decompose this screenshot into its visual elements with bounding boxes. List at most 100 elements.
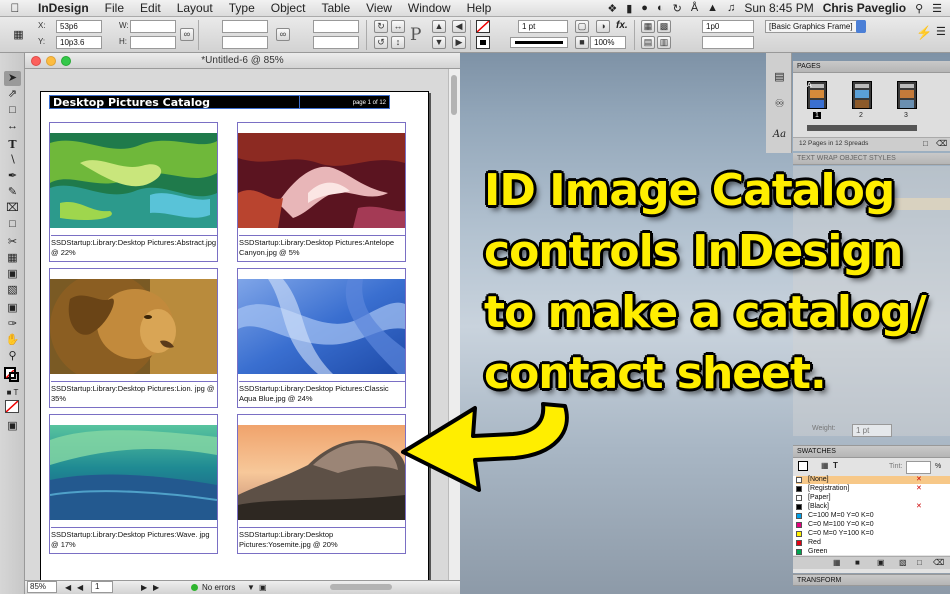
zoom-window-icon[interactable] xyxy=(61,56,71,66)
constrain-scale-icon[interactable]: ∞ xyxy=(276,28,290,41)
page-thumbnail[interactable] xyxy=(897,81,917,109)
select-next-icon[interactable]: ▶ xyxy=(452,36,466,49)
drop-shadow-icon[interactable]: ■ xyxy=(575,36,589,49)
menu-type[interactable]: Type xyxy=(221,1,263,15)
volume-icon[interactable]: ♫ xyxy=(727,2,735,14)
first-page-icon[interactable]: ◀ xyxy=(65,581,71,594)
align-left-icon[interactable]: ▤ xyxy=(641,36,655,49)
scrollbar-thumb[interactable] xyxy=(451,75,457,115)
swatch-red[interactable]: Red xyxy=(796,539,950,547)
catalog-cell[interactable]: SSDStartup:Library:Desktop Pictures:Lion… xyxy=(49,268,218,408)
menu-help[interactable]: Help xyxy=(459,1,500,15)
stroke-type-dropdown[interactable] xyxy=(510,37,568,48)
width-field[interactable] xyxy=(130,20,176,33)
swatch-none[interactable]: [None] ✕ xyxy=(796,476,950,484)
menu-app-name[interactable]: InDesign xyxy=(30,1,97,15)
x-position-field[interactable]: 53p6 xyxy=(56,20,102,33)
flip-vertical-icon[interactable]: ↕ xyxy=(391,36,405,49)
zoom-level-field[interactable]: 85% xyxy=(27,581,57,593)
wifi-icon[interactable]: ▲ xyxy=(707,2,718,14)
opacity-field[interactable]: 100% xyxy=(590,36,626,49)
scale-y-field[interactable] xyxy=(222,36,268,49)
catalog-cell[interactable]: SSDStartup:Library:Desktop Pictures:Yose… xyxy=(237,414,406,554)
screen-mode-icon[interactable]: ▣ xyxy=(4,419,21,434)
gap-tool-icon[interactable]: ↔ xyxy=(4,119,21,134)
spotlight-search-icon[interactable]: ⚲ xyxy=(915,2,923,15)
menu-layout[interactable]: Layout xyxy=(169,1,221,15)
pages-panel-icon[interactable]: ▤ xyxy=(771,70,788,85)
show-color-swatches-icon[interactable]: ■ xyxy=(855,558,860,567)
last-page-icon[interactable]: ▶ xyxy=(153,581,159,594)
preflight-label[interactable]: No errors xyxy=(202,581,235,594)
stroke-weight-input[interactable]: 1 pt xyxy=(852,424,892,437)
rectangle-frame-tool-icon[interactable]: ⌧ xyxy=(4,201,21,216)
rotate-ccw-icon[interactable]: ↺ xyxy=(374,36,388,49)
align-right-icon[interactable]: ▥ xyxy=(657,36,671,49)
page-thumbnail[interactable] xyxy=(852,81,872,109)
swatch-registration[interactable]: [Registration] ✕ xyxy=(796,485,950,493)
apple-menu-icon[interactable]:  xyxy=(0,1,30,15)
note-tool-icon[interactable]: ▣ xyxy=(4,301,21,316)
battery-icon[interactable]: ▮ xyxy=(626,2,632,15)
menubar-clock[interactable]: Sun 8:45 PM xyxy=(744,1,813,15)
catalog-cell[interactable]: SSDStartup:Library:Desktop Pictures:Clas… xyxy=(237,268,406,408)
menu-edit[interactable]: Edit xyxy=(132,1,169,15)
offset-field[interactable]: 1p0 xyxy=(702,20,754,33)
rotation-field[interactable] xyxy=(313,20,359,33)
horizontal-scrollbar-thumb[interactable] xyxy=(330,584,392,590)
line-tool-icon[interactable]: ∖ xyxy=(4,153,21,168)
antelope-canyon-image[interactable] xyxy=(238,133,405,228)
show-all-swatches-icon[interactable]: ▦ xyxy=(833,558,841,567)
sync-icon[interactable]: ↻ xyxy=(673,2,682,15)
panel-menu-icon[interactable]: ☰ xyxy=(936,25,946,38)
minimize-window-icon[interactable] xyxy=(46,56,56,66)
stroke-swatch-icon[interactable] xyxy=(476,36,490,49)
container-formatting-icon[interactable]: ▦ xyxy=(821,461,829,470)
fill-stroke-swatch-icon[interactable] xyxy=(798,461,808,471)
gradient-tool-icon[interactable]: ▣ xyxy=(4,267,21,282)
rectangle-tool-icon[interactable]: □ xyxy=(4,217,21,232)
select-previous-icon[interactable]: ◀ xyxy=(452,20,466,33)
character-styles-icon[interactable]: Aa xyxy=(771,127,788,142)
apply-none-icon[interactable] xyxy=(5,400,19,413)
page-thumbnail-row[interactable] xyxy=(807,125,917,131)
pencil-tool-icon[interactable]: ✎ xyxy=(4,185,21,200)
menu-window[interactable]: Window xyxy=(400,1,459,15)
page-tool-icon[interactable]: □ xyxy=(4,103,21,118)
opacity-icon[interactable]: ◑ xyxy=(596,20,610,33)
direct-selection-tool-icon[interactable]: ⇗ xyxy=(4,87,21,102)
shear-field[interactable] xyxy=(313,36,359,49)
bluetooth-icon[interactable]: Å xyxy=(691,2,698,14)
y-position-field[interactable]: 10p3.6 xyxy=(56,36,102,49)
show-gradient-swatches-icon[interactable]: ▣ xyxy=(877,558,885,567)
catalog-header[interactable]: Desktop Pictures Catalog page 1 of 12 xyxy=(49,95,390,109)
swatch-cyan[interactable]: C=100 M=0 Y=0 K=0 xyxy=(796,512,950,520)
previous-page-icon[interactable]: ◀ xyxy=(77,581,83,594)
stroke-weight-field[interactable]: 1 pt xyxy=(518,20,568,33)
menu-view[interactable]: View xyxy=(358,1,400,15)
menu-file[interactable]: File xyxy=(97,1,132,15)
object-style-dropdown[interactable]: [Basic Graphics Frame] xyxy=(765,20,865,33)
dropbox-icon[interactable]: ❖ xyxy=(607,2,617,15)
lastpass-icon[interactable]: ● xyxy=(641,2,648,14)
transform-panel-tab[interactable]: TRANSFORM xyxy=(793,574,950,586)
stroke-box-icon[interactable] xyxy=(9,372,19,382)
notification-center-icon[interactable]: ☰ xyxy=(932,2,942,15)
trash-icon[interactable]: ⌫ xyxy=(936,139,947,148)
pen-tool-icon[interactable]: ✒ xyxy=(4,169,21,184)
eyedropper-tool-icon[interactable]: ✑ xyxy=(4,317,21,332)
page-number-field[interactable]: 1 xyxy=(91,581,113,593)
new-page-icon[interactable]: □ xyxy=(923,139,928,148)
close-window-icon[interactable] xyxy=(31,56,41,66)
new-color-group-icon[interactable]: ▧ xyxy=(899,558,907,567)
select-container-icon[interactable]: ▲ xyxy=(432,20,446,33)
swatch-magenta[interactable]: C=0 M=100 Y=0 K=0 xyxy=(796,521,950,529)
gradient-feather-tool-icon[interactable]: ▧ xyxy=(4,283,21,298)
zoom-tool-icon[interactable]: ⚲ xyxy=(4,349,21,364)
text-wrap-box-icon[interactable]: ▩ xyxy=(657,20,671,33)
scissors-tool-icon[interactable]: ✂ xyxy=(4,235,21,250)
swatches-panel-tab[interactable]: SWATCHES xyxy=(793,446,950,458)
rotate-cw-icon[interactable]: ↻ xyxy=(374,20,388,33)
text-wrap-none-icon[interactable]: ▦ xyxy=(641,20,655,33)
delete-swatch-icon[interactable]: ⌫ xyxy=(933,558,944,567)
